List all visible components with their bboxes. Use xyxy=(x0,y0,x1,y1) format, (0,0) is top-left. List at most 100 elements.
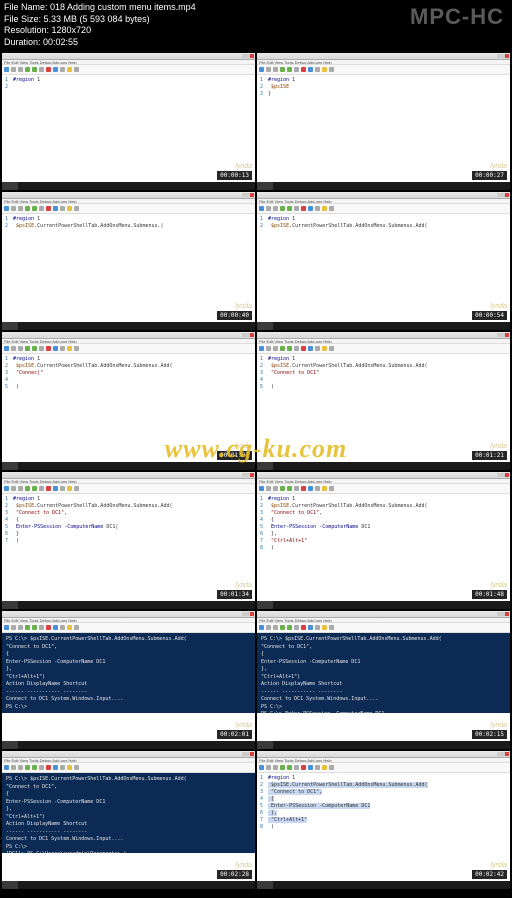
toolbar-icon xyxy=(322,206,327,211)
toolbar-icon xyxy=(4,486,9,491)
code-editor: 1#region 12 $psISE.CurrentPowerShellTab.… xyxy=(2,214,255,304)
toolbar-icon xyxy=(287,67,292,72)
toolbar-icon xyxy=(32,67,37,72)
taskbar xyxy=(2,881,255,889)
toolbar-icon xyxy=(273,346,278,351)
toolbar-icon xyxy=(74,206,79,211)
toolbar-icon xyxy=(18,486,23,491)
lynda-watermark: lynda xyxy=(235,722,252,729)
toolbar-icon xyxy=(266,765,271,770)
taskbar xyxy=(2,322,255,330)
thumbnail-0[interactable]: File Edit View Tools Debug Add-ons Help1… xyxy=(2,53,255,191)
toolbar-icon xyxy=(25,765,30,770)
lynda-watermark: lynda xyxy=(235,163,252,170)
taskbar xyxy=(257,881,510,889)
start-button-icon xyxy=(257,881,273,889)
thumbnail-9[interactable]: File Edit View Tools Debug Add-ons HelpP… xyxy=(257,611,510,749)
thumbnail-10[interactable]: File Edit View Tools Debug Add-ons HelpP… xyxy=(2,751,255,889)
toolbar-icon xyxy=(259,346,264,351)
toolbar-icon xyxy=(25,206,30,211)
toolbar-icon xyxy=(4,67,9,72)
toolbar-icon xyxy=(266,346,271,351)
timestamp-overlay: 00:00:13 xyxy=(217,171,252,180)
thumbnail-2[interactable]: File Edit View Tools Debug Add-ons Help1… xyxy=(2,192,255,330)
toolbar-icon xyxy=(315,346,320,351)
toolbar-icon xyxy=(322,346,327,351)
taskbar xyxy=(257,182,510,190)
toolbar-icon xyxy=(315,765,320,770)
toolbar-icon xyxy=(46,765,51,770)
toolbar-icon xyxy=(39,206,44,211)
timestamp-overlay: 00:02:28 xyxy=(217,870,252,879)
window-titlebar xyxy=(257,53,510,60)
toolbar-icon xyxy=(315,67,320,72)
toolbar-icon xyxy=(53,346,58,351)
toolbar-icon xyxy=(32,625,37,630)
toolbar-icon xyxy=(266,67,271,72)
thumbnail-7[interactable]: File Edit View Tools Debug Add-ons Help1… xyxy=(257,472,510,610)
lynda-watermark: lynda xyxy=(490,722,507,729)
toolbar-icon xyxy=(301,625,306,630)
toolbar-icon xyxy=(46,67,51,72)
toolbar-icon xyxy=(322,486,327,491)
thumbnail-3[interactable]: File Edit View Tools Debug Add-ons Help1… xyxy=(257,192,510,330)
taskbar xyxy=(2,741,255,749)
thumbnail-4[interactable]: File Edit View Tools Debug Add-ons Help1… xyxy=(2,332,255,470)
toolbar-icon xyxy=(294,625,299,630)
toolbar xyxy=(2,344,255,354)
toolbar-icon xyxy=(53,206,58,211)
toolbar-icon xyxy=(11,346,16,351)
toolbar-icon xyxy=(301,346,306,351)
toolbar-icon xyxy=(4,625,9,630)
toolbar-icon xyxy=(308,206,313,211)
window-titlebar xyxy=(2,53,255,60)
timestamp-overlay: 00:01:07 xyxy=(217,451,252,460)
start-button-icon xyxy=(2,881,18,889)
toolbar-icon xyxy=(60,346,65,351)
timestamp-overlay: 00:02:15 xyxy=(472,730,507,739)
toolbar-icon xyxy=(39,765,44,770)
toolbar-icon xyxy=(11,765,16,770)
lynda-watermark: lynda xyxy=(235,862,252,869)
toolbar-icon xyxy=(273,206,278,211)
toolbar-icon xyxy=(287,765,292,770)
start-button-icon xyxy=(2,741,18,749)
toolbar-icon xyxy=(273,765,278,770)
toolbar-icon xyxy=(4,765,9,770)
toolbar-icon xyxy=(259,625,264,630)
toolbar-icon xyxy=(329,625,334,630)
toolbar-icon xyxy=(287,206,292,211)
code-editor: 1#region 12 $psISE.CurrentPowerShellTab.… xyxy=(2,494,255,584)
window-titlebar xyxy=(257,751,510,758)
lynda-watermark: lynda xyxy=(235,443,252,450)
code-editor: 1#region 12 $psISE.CurrentPowerShellTab.… xyxy=(257,773,510,863)
toolbar-icon xyxy=(273,625,278,630)
thumbnail-8[interactable]: File Edit View Tools Debug Add-ons HelpP… xyxy=(2,611,255,749)
toolbar-icon xyxy=(18,625,23,630)
window-titlebar xyxy=(2,611,255,618)
toolbar-icon xyxy=(53,625,58,630)
thumbnail-5[interactable]: File Edit View Tools Debug Add-ons Help1… xyxy=(257,332,510,470)
toolbar-icon xyxy=(53,67,58,72)
toolbar-icon xyxy=(266,486,271,491)
toolbar-icon xyxy=(39,625,44,630)
start-button-icon xyxy=(2,601,18,609)
code-editor: 1#region 12 $psISE.CurrentPowerShellTab.… xyxy=(257,354,510,444)
toolbar-icon xyxy=(280,486,285,491)
toolbar-icon xyxy=(11,625,16,630)
toolbar-icon xyxy=(308,67,313,72)
thumbnail-11[interactable]: File Edit View Tools Debug Add-ons Help1… xyxy=(257,751,510,889)
toolbar-icon xyxy=(308,346,313,351)
thumbnail-1[interactable]: File Edit View Tools Debug Add-ons Help1… xyxy=(257,53,510,191)
thumbnail-6[interactable]: File Edit View Tools Debug Add-ons Help1… xyxy=(2,472,255,610)
timestamp-overlay: 00:00:40 xyxy=(217,311,252,320)
toolbar-icon xyxy=(46,625,51,630)
toolbar-icon xyxy=(60,625,65,630)
taskbar xyxy=(257,322,510,330)
toolbar-icon xyxy=(32,206,37,211)
toolbar-icon xyxy=(60,206,65,211)
toolbar-icon xyxy=(39,486,44,491)
start-button-icon xyxy=(2,182,18,190)
timestamp-overlay: 00:00:54 xyxy=(472,311,507,320)
lynda-watermark: lynda xyxy=(490,303,507,310)
